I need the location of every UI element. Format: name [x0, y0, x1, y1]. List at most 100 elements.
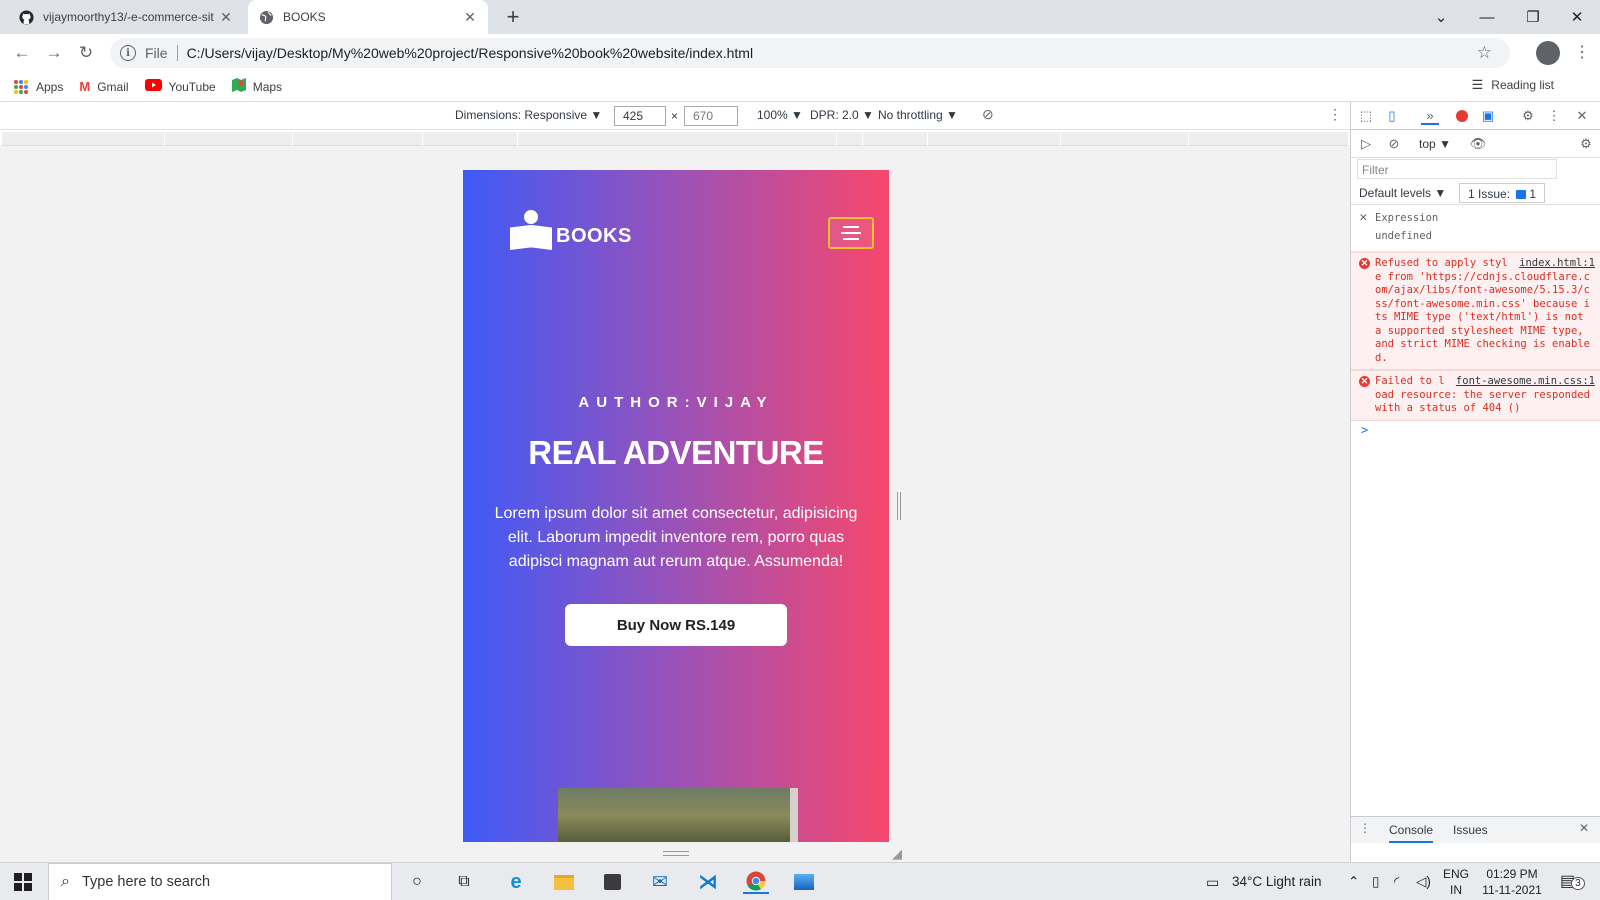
remove-expression-icon[interactable]: ✕ [1359, 209, 1368, 227]
restore-button[interactable]: ❐ [1510, 0, 1556, 34]
wifi-icon[interactable]: ◜ [1394, 874, 1399, 890]
reading-list-button[interactable]: ☰ Reading list [1472, 77, 1554, 93]
reader-book-icon [510, 210, 552, 250]
rotate-icon[interactable]: ⊘ [982, 106, 994, 123]
tab-github[interactable]: vijaymoorthy13/-e-commerce-sit ✕ [8, 0, 244, 34]
width-input[interactable]: 425 [614, 106, 666, 126]
profile-avatar[interactable] [1536, 41, 1560, 65]
back-icon[interactable]: ← [10, 41, 34, 65]
tray-chevron-icon[interactable]: ⌃ [1348, 874, 1359, 890]
zoom-select[interactable]: 100% ▼ [757, 108, 803, 122]
issues-count: 1 [1529, 187, 1537, 201]
sidebar-toggle-icon[interactable]: ▷ [1357, 135, 1375, 153]
dimensions-select[interactable]: Dimensions: Responsive ▼ [455, 108, 602, 122]
battery-icon[interactable]: ▯ [1372, 874, 1379, 890]
close-icon[interactable]: ✕ [462, 9, 478, 26]
expression-value: undefined [1375, 230, 1432, 242]
notification-center-icon[interactable]: ▤3 [1560, 871, 1585, 891]
reload-icon[interactable]: ↻ [74, 41, 98, 65]
site-logo[interactable]: BOOKS [510, 210, 632, 250]
new-tab-button[interactable]: + [500, 4, 526, 30]
taskbar-search[interactable]: ⌕ Type here to search [48, 863, 392, 900]
task-view-icon[interactable]: ⧉ [451, 870, 477, 894]
tab-issues[interactable]: Issues [1453, 823, 1488, 837]
expression-label[interactable]: Expression [1375, 209, 1595, 227]
buy-now-button[interactable]: Buy Now RS.149 [565, 604, 787, 646]
windows-start-icon[interactable] [14, 873, 32, 891]
bookmark-apps[interactable]: Apps [14, 79, 63, 94]
logo-text: BOOKS [556, 225, 632, 247]
resize-handle-right[interactable] [897, 492, 901, 520]
bookmark-maps[interactable]: Maps [231, 78, 283, 95]
console-settings-icon[interactable]: ⚙ [1577, 135, 1595, 153]
bookmark-label: Maps [252, 79, 283, 94]
gmail-icon: M [79, 79, 91, 94]
chrome-icon[interactable] [743, 870, 769, 894]
close-devtools-icon[interactable]: ✕ [1573, 107, 1591, 125]
edge-icon[interactable]: e [503, 870, 529, 894]
resize-handle-bottom[interactable] [663, 851, 689, 856]
url-text[interactable]: C:/Users/vijay/Desktop/My%20web%20projec… [187, 45, 754, 61]
address-bar[interactable]: i File C:/Users/vijay/Desktop/My%20web%2… [110, 38, 1510, 68]
weather-text[interactable]: 34°C Light rain [1232, 874, 1321, 889]
window-close-button[interactable]: ✕ [1554, 0, 1600, 34]
vscode-icon[interactable]: ⋊ [695, 870, 721, 894]
ruler-tick [836, 132, 837, 146]
globe-icon [258, 9, 274, 25]
bookmark-gmail[interactable]: M Gmail [79, 79, 128, 94]
menu-toggle-button[interactable] [828, 217, 874, 249]
store-icon[interactable] [599, 870, 625, 894]
more-tabs-icon[interactable]: » [1421, 107, 1439, 125]
minimize-button[interactable]: — [1464, 0, 1510, 34]
mail-icon[interactable]: ✉ [647, 870, 673, 894]
close-drawer-icon[interactable]: ✕ [1579, 821, 1589, 835]
browser-menu-icon[interactable]: ⋮ [1574, 42, 1590, 62]
issues-badge[interactable]: 1 Issue: 1 [1459, 183, 1546, 203]
bookmarks-bar: Apps M Gmail YouTube Maps [0, 72, 1600, 102]
close-icon[interactable]: ✕ [218, 9, 234, 26]
throttling-select[interactable]: No throttling ▼ [878, 108, 958, 122]
console-prompt[interactable]: > [1351, 421, 1600, 439]
levels-select[interactable]: Default levels ▼ [1359, 186, 1446, 200]
media-query-bar[interactable] [2, 132, 1348, 146]
divider [176, 45, 178, 61]
times-sign: × [671, 109, 679, 123]
devtools-menu-icon[interactable]: ⋮ [1545, 107, 1563, 125]
issues-icon[interactable]: ▣ [1479, 107, 1497, 125]
console-toolbar: ▷ ⊘ top ▼ 👁 ⚙ [1351, 130, 1600, 158]
error-source-link[interactable]: index.html:1 [1519, 257, 1595, 271]
height-input[interactable]: 670 [684, 106, 738, 126]
issues-label: 1 Issue: [1468, 187, 1511, 201]
device-menu-icon[interactable]: ⋮ [1328, 106, 1342, 123]
eye-icon[interactable]: 👁 [1469, 135, 1487, 153]
device-toggle-icon[interactable]: ▯ [1383, 107, 1401, 125]
tab-search-button[interactable]: ⌄ [1418, 0, 1464, 34]
language-indicator[interactable]: ENG IN [1436, 866, 1476, 898]
resize-handle-corner[interactable]: ◢ [892, 846, 902, 862]
context-select[interactable]: top ▼ [1415, 135, 1455, 153]
drawer-menu-icon[interactable]: ⋮ [1359, 821, 1371, 835]
forward-icon[interactable]: → [42, 41, 66, 65]
console-error: ✕ font-awesome.min.css:1 Failed to load … [1351, 370, 1600, 421]
dpr-select[interactable]: DPR: 2.0 ▼ [810, 108, 874, 122]
info-icon[interactable]: i [120, 45, 136, 61]
bookmark-youtube[interactable]: YouTube [144, 79, 216, 94]
console-filter-input[interactable]: Filter [1357, 159, 1557, 179]
reading-list-icon: ☰ [1471, 77, 1484, 92]
tab-console[interactable]: Console [1389, 823, 1434, 843]
inspect-icon[interactable]: ⬚ [1357, 107, 1375, 125]
youtube-icon [144, 79, 162, 94]
clear-console-icon[interactable]: ⊘ [1385, 135, 1403, 153]
cortana-icon[interactable]: ○ [404, 870, 430, 894]
photos-icon[interactable] [791, 870, 817, 894]
error-count-icon[interactable] [1453, 107, 1471, 125]
ruler-tick [862, 132, 863, 146]
clock[interactable]: 01:29 PM 11-11-2021 [1482, 866, 1542, 898]
volume-icon[interactable]: ◁) [1416, 874, 1431, 890]
file-explorer-icon[interactable] [551, 870, 577, 894]
error-source-link[interactable]: font-awesome.min.css:1 [1456, 375, 1595, 389]
bookmark-star-icon[interactable]: ☆ [1477, 43, 1492, 63]
tab-books[interactable]: BOOKS ✕ [248, 0, 488, 34]
settings-icon[interactable]: ⚙ [1519, 107, 1537, 125]
apps-grid-icon [14, 79, 28, 94]
